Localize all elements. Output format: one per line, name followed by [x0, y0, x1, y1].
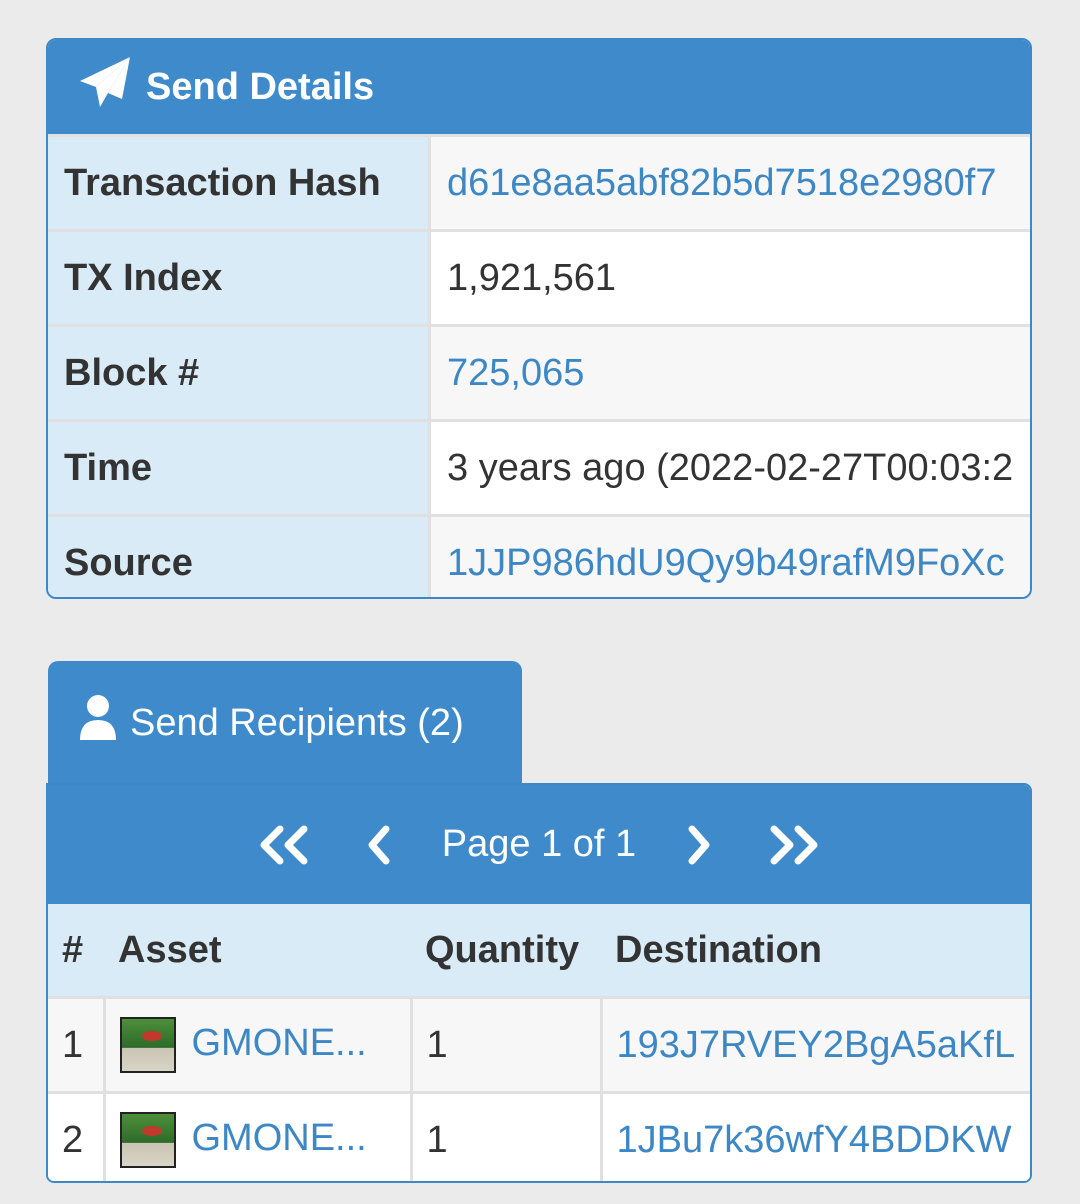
- asset-cell: GMONE...: [104, 1091, 413, 1181]
- chevron-right-icon: [688, 825, 710, 864]
- panel-title: Send Details: [146, 65, 375, 108]
- details-row-block: Block # 725,065: [48, 324, 1030, 421]
- page-indicator: Page 1 of 1: [441, 823, 637, 865]
- next-page-button[interactable]: [684, 825, 714, 865]
- tab-send-recipients[interactable]: Send Recipients (2): [48, 661, 522, 785]
- first-page-button[interactable]: [256, 825, 312, 865]
- quantity-cell: 1: [411, 1091, 603, 1181]
- table-header-row: # Asset Quantity Destination: [48, 904, 1030, 998]
- details-table: Transaction Hash d61e8aa5abf82b5d7518e29…: [48, 134, 1030, 597]
- details-row-source: Source 1JJP986hdU9Qy9b49rafM9FoXc: [48, 514, 1030, 597]
- tab-label: Send Recipients (2): [130, 701, 464, 744]
- asset-link[interactable]: GMONE...: [192, 1022, 367, 1064]
- destination-link[interactable]: 1JBu7k36wfY4BDDKW: [617, 1119, 1012, 1161]
- column-header-destination: Destination: [601, 904, 1030, 998]
- recipients-table: # Asset Quantity Destination 1 GMONE... …: [48, 904, 1030, 1181]
- details-row-tx-index: TX Index 1,921,561: [48, 229, 1030, 326]
- column-header-quantity: Quantity: [411, 904, 601, 998]
- row-index: 1: [48, 996, 106, 1093]
- send-details-header: Send Details: [48, 40, 1030, 134]
- tx-index-value: 1,921,561: [429, 229, 1030, 326]
- transaction-hash-link[interactable]: d61e8aa5abf82b5d7518e2980f7: [447, 162, 996, 204]
- column-header-index: #: [48, 904, 104, 998]
- row-label: Block #: [48, 324, 431, 421]
- row-index: 2: [48, 1091, 106, 1181]
- last-page-button[interactable]: [766, 825, 822, 865]
- column-header-asset: Asset: [104, 904, 411, 998]
- row-label: TX Index: [48, 229, 431, 326]
- paper-plane-icon: [78, 55, 146, 119]
- details-row-hash: Transaction Hash d61e8aa5abf82b5d7518e29…: [48, 134, 1030, 231]
- asset-link[interactable]: GMONE...: [192, 1117, 367, 1159]
- asset-thumbnail[interactable]: [119, 1112, 176, 1168]
- row-label: Time: [48, 419, 431, 516]
- source-address-link[interactable]: 1JJP986hdU9Qy9b49rafM9FoXc: [447, 542, 1005, 584]
- chevron-left-icon: [368, 825, 390, 864]
- row-label: Transaction Hash: [48, 134, 431, 231]
- destination-cell: 193J7RVEY2BgA5aKfL: [601, 996, 1030, 1093]
- destination-link[interactable]: 193J7RVEY2BgA5aKfL: [617, 1024, 1016, 1066]
- time-value: 3 years ago (2022-02-27T00:03:2: [429, 419, 1030, 516]
- pagination-bar: Page 1 of 1: [48, 785, 1030, 904]
- table-row: 2 GMONE... 1 1JBu7k36wfY4BDDKW: [48, 1091, 1030, 1181]
- double-chevron-right-icon: [770, 825, 818, 864]
- block-link[interactable]: 725,065: [447, 352, 584, 394]
- send-details-panel: Send Details Transaction Hash d61e8aa5ab…: [46, 38, 1032, 599]
- quantity-cell: 1: [411, 996, 603, 1093]
- table-row: 1 GMONE... 1 193J7RVEY2BgA5aKfL: [48, 996, 1030, 1093]
- row-label: Source: [48, 514, 431, 597]
- send-recipients-panel: Page 1 of 1 # Asset Quantity Destination…: [46, 783, 1032, 1183]
- destination-cell: 1JBu7k36wfY4BDDKW: [601, 1091, 1030, 1181]
- asset-thumbnail[interactable]: [119, 1017, 176, 1073]
- user-icon: [78, 694, 130, 752]
- details-row-time: Time 3 years ago (2022-02-27T00:03:2: [48, 419, 1030, 516]
- double-chevron-left-icon: [260, 825, 308, 864]
- prev-page-button[interactable]: [364, 825, 394, 865]
- asset-cell: GMONE...: [104, 996, 413, 1093]
